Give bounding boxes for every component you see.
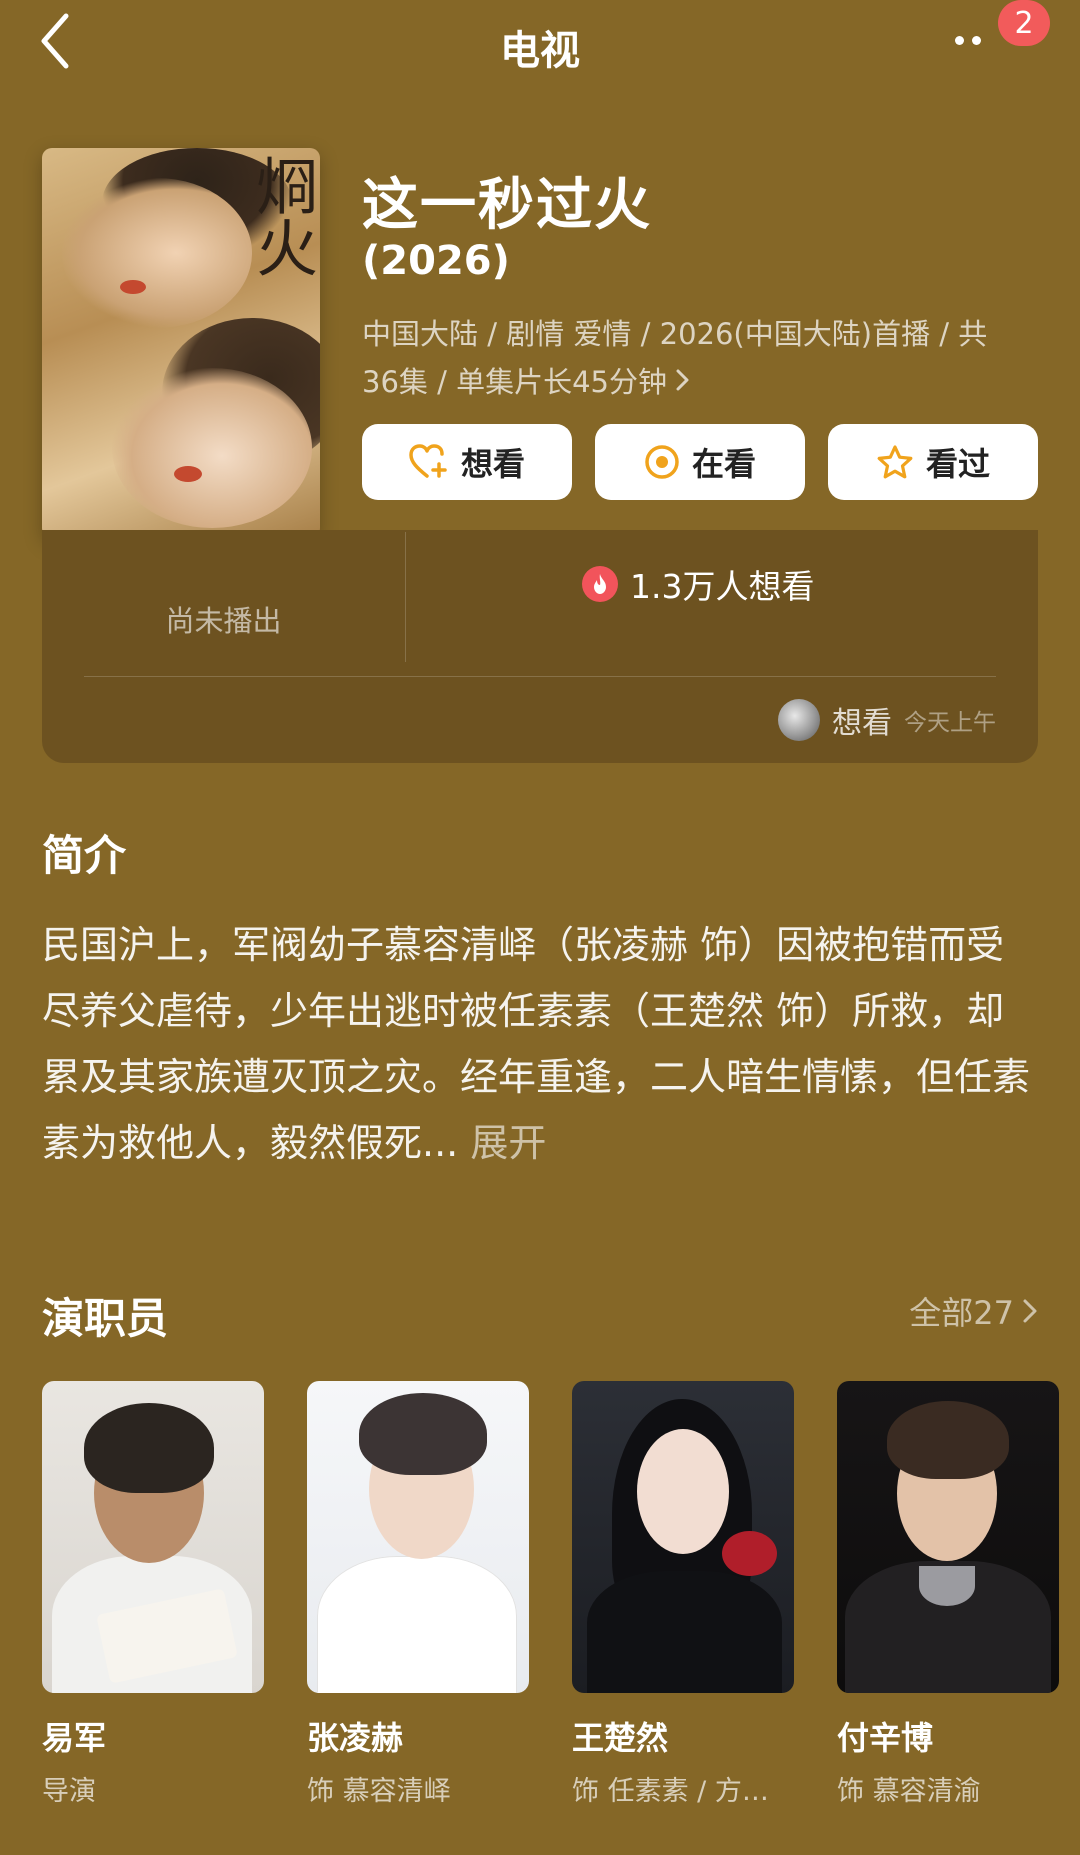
cast-card[interactable]: 易军 导演 (42, 1381, 264, 1808)
show-poster[interactable]: 烱火 (42, 148, 320, 538)
divider (405, 532, 406, 662)
chevron-right-icon (1023, 1299, 1037, 1323)
cast-photo (572, 1381, 794, 1693)
top-bar: 电视 2 (0, 0, 1080, 86)
see-all-cast-button[interactable]: 全部27 (909, 1288, 1038, 1334)
cast-name: 王楚然 (572, 1719, 669, 1757)
cast-role: 饰 慕容清峄 (307, 1776, 451, 1807)
cast-photo (42, 1381, 264, 1693)
divider (84, 676, 996, 677)
rating-status: 尚未播出 (165, 604, 282, 638)
intro-text: 民国沪上，军阀幼子慕容清峄（张凌赫 饰）因被抱错而受尽养父虐待，少年出逃时被任素… (42, 912, 1042, 1176)
watched-button[interactable]: 看过 (828, 424, 1038, 500)
want-to-watch-label: 想看 (460, 445, 525, 483)
cast-name: 付辛博 (837, 1719, 934, 1757)
heart-plus-icon (409, 444, 447, 478)
want-count-text: 1.3万人想看 (630, 567, 815, 606)
cast-photo (837, 1381, 1059, 1693)
stats-card: 尚未播出 1.3万人想看 想看 今天上午 (42, 530, 1038, 763)
target-circle-icon (645, 445, 679, 479)
avatar (778, 699, 820, 741)
show-year: (2026) (362, 238, 510, 284)
cast-photo (307, 1381, 529, 1693)
poster-art (112, 368, 312, 528)
watching-button[interactable]: 在看 (595, 424, 805, 500)
fire-icon (582, 566, 618, 602)
cast-role: 导演 (42, 1776, 96, 1807)
my-status-row[interactable]: 想看 今天上午 (778, 698, 996, 742)
watching-label: 在看 (691, 445, 756, 483)
show-meta-link[interactable]: 中国大陆 / 剧情 爱情 / 2026(中国大陆)首播 / 共36集 / 单集片… (362, 310, 1022, 406)
expand-button[interactable]: 展开 (470, 1121, 546, 1165)
cast-card[interactable]: 张凌赫 饰 慕容清峄 (307, 1381, 529, 1808)
my-status: 想看 (832, 706, 892, 741)
poster-art (62, 178, 252, 328)
more-dots-icon (955, 35, 964, 45)
notification-badge[interactable]: 2 (998, 0, 1050, 46)
poster-art (174, 466, 202, 482)
cast-name: 张凌赫 (307, 1719, 404, 1757)
cast-card[interactable]: 王楚然 饰 任素素 / 方… (572, 1381, 794, 1808)
want-to-watch-button[interactable]: 想看 (362, 424, 572, 500)
watched-label: 看过 (925, 445, 990, 483)
chevron-right-icon (675, 358, 691, 406)
show-title: 这一秒过火 (362, 173, 652, 238)
see-all-label: 全部27 (909, 1294, 1014, 1332)
cast-role: 饰 任素素 / 方… (572, 1776, 769, 1807)
cast-heading: 演职员 (42, 1294, 169, 1343)
page-title: 电视 (500, 28, 580, 74)
want-count: 1.3万人想看 (582, 560, 814, 608)
more-dot (972, 35, 981, 45)
poster-art (120, 280, 146, 294)
cast-role: 饰 慕容清渝 (837, 1776, 981, 1807)
star-icon (877, 445, 913, 479)
poster-calligraphy: 烱火 (245, 154, 318, 278)
intro-heading: 简介 (42, 831, 127, 880)
cast-name: 易军 (42, 1719, 107, 1757)
my-status-time: 今天上午 (904, 710, 996, 736)
cast-card[interactable]: 付辛博 饰 慕容清渝 (837, 1381, 1059, 1808)
